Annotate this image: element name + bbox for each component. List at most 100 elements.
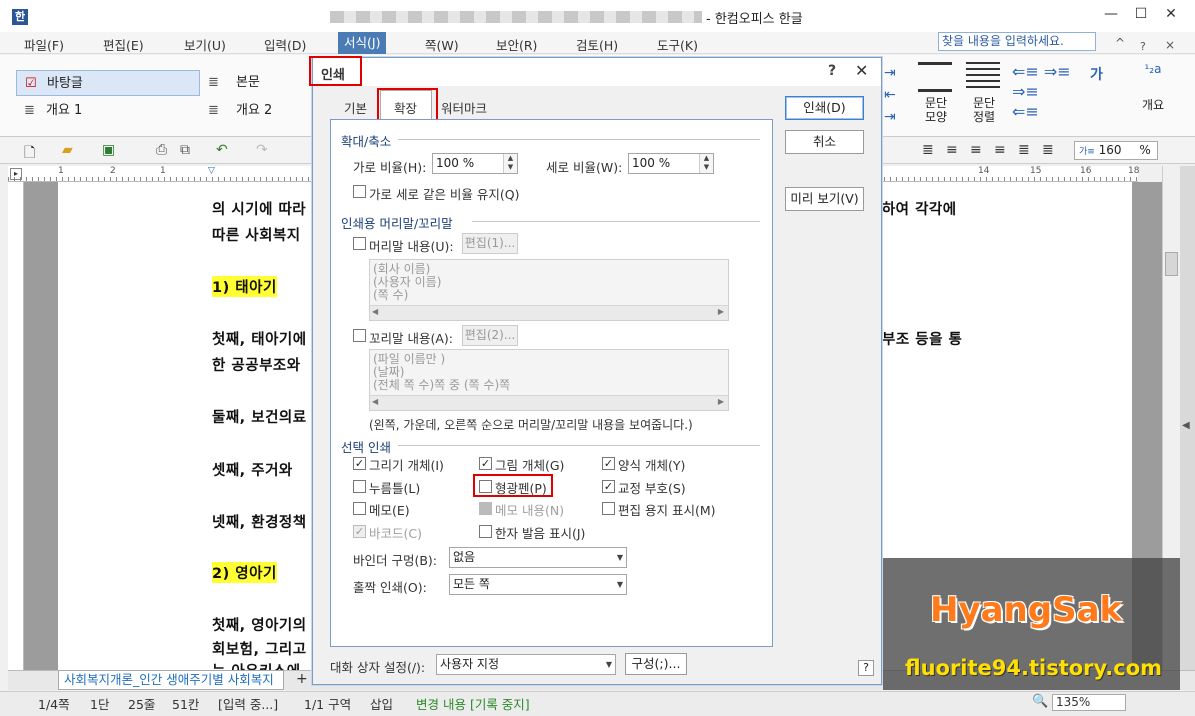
status-track-changes[interactable]: 변경 내용 [기록 중지] (416, 694, 530, 713)
style-item-본문[interactable]: ≣ 본문 (206, 70, 316, 96)
vertical-ruler[interactable] (8, 182, 24, 670)
style-item-개요1[interactable]: ≣ 개요 1 (16, 98, 200, 124)
menu-tools[interactable]: 도구(K) (657, 35, 698, 54)
new-document-icon[interactable]: 🗋 (24, 142, 35, 166)
header-preview-scrollbar[interactable]: ◀ ▶ (370, 305, 728, 320)
footer-content-label[interactable]: 꼬리말 내용(A): (369, 328, 453, 347)
add-tab-button[interactable]: + (296, 671, 308, 687)
align-right-icon[interactable]: ≡ (994, 142, 1006, 158)
align-center-icon[interactable]: ≡ (970, 142, 982, 158)
footer-help-icon[interactable]: ? (858, 660, 874, 676)
memo-label[interactable]: 메모(E) (369, 500, 410, 519)
keep-ratio-label[interactable]: 가로 세로 같은 비율 유지(Q) (369, 184, 520, 203)
paper-border-label[interactable]: 편집 용지 표시(M) (618, 500, 716, 519)
form-object-label[interactable]: 양식 개체(Y) (618, 455, 685, 474)
align-divide-icon[interactable]: ≣ (1042, 142, 1054, 158)
print-preview-icon[interactable]: ⧉ (180, 142, 190, 158)
dialog-help-icon[interactable]: ? (828, 63, 836, 79)
print-button[interactable]: 인쇄(D) (785, 96, 864, 120)
barcode-checkbox[interactable]: ✓ (353, 525, 366, 538)
scroll-right-icon[interactable]: ▶ (718, 397, 724, 406)
menu-review[interactable]: 검토(H) (576, 35, 618, 54)
print-icon[interactable]: ⎙ (156, 142, 167, 158)
paragraph-align-icon[interactable] (966, 62, 1000, 92)
dialog-title-bar[interactable] (313, 58, 881, 86)
line-spacing-icons[interactable]: ⇐≡ ⇒≡ ⇒≡ ⇐≡ (1012, 62, 1086, 128)
align-justify-icon[interactable]: ≣ (922, 142, 934, 158)
menu-file[interactable]: 파일(F) (24, 35, 64, 54)
save-icon[interactable]: ▣ (102, 142, 115, 158)
preview-button[interactable]: 미리 보기(V) (785, 187, 864, 211)
style-item-바탕글[interactable]: ☑ 바탕글 (16, 70, 200, 96)
footer-edit-button[interactable]: 편집(2)... (462, 325, 518, 346)
maximize-button[interactable]: ☐ (1126, 6, 1156, 26)
menu-security[interactable]: 보안(R) (496, 35, 537, 54)
footer-content-checkbox[interactable] (353, 329, 366, 342)
scroll-left-icon[interactable]: ◀ (372, 397, 378, 406)
menu-search-input[interactable]: 찾을 내용을 입력하세요. (938, 32, 1096, 51)
paper-border-checkbox[interactable] (602, 502, 615, 515)
proof-mark-checkbox[interactable]: ✓ (602, 480, 615, 493)
outline-label[interactable]: 개요 (1136, 96, 1170, 113)
spinner-updown-icon[interactable]: ▲ ▼ (503, 154, 517, 173)
zoom-icon[interactable]: 🔍 (1032, 694, 1048, 709)
menu-view[interactable]: 보기(U) (184, 35, 226, 54)
undo-icon[interactable]: ↶ (216, 142, 228, 158)
h-ratio-spinner[interactable]: 100 % ▲ ▼ (432, 153, 518, 174)
indent-marker-icon[interactable]: ▽ (208, 166, 215, 176)
field-checkbox[interactable] (353, 480, 366, 493)
align-left-icon[interactable]: ≡ (946, 142, 958, 158)
indent-icons[interactable]: ⇥ ⇤ ⇥ (884, 62, 904, 128)
memo-checkbox[interactable] (353, 502, 366, 515)
ribbon-collapse-icon[interactable]: ^ (1115, 36, 1125, 50)
scrollbar-thumb[interactable] (1165, 252, 1178, 276)
footer-preview-scrollbar[interactable]: ◀ ▶ (370, 395, 728, 410)
close-button[interactable]: ✕ (1156, 6, 1186, 26)
header-content-checkbox[interactable] (353, 237, 366, 250)
picture-object-checkbox[interactable]: ✓ (479, 457, 492, 470)
tab-type-icon[interactable]: ▸ (10, 168, 22, 180)
redo-icon[interactable]: ↷ (256, 142, 268, 158)
odd-even-select[interactable]: 모든 쪽 ▼ (449, 574, 627, 595)
open-folder-icon[interactable]: ▰ (62, 142, 73, 158)
dialog-settings-select[interactable]: 사용자 지정 ▼ (436, 654, 616, 675)
paragraph-shape-icon[interactable] (918, 62, 952, 92)
memo-content-checkbox[interactable] (479, 502, 492, 515)
cancel-button[interactable]: 취소 (785, 130, 864, 154)
v-ratio-spinner[interactable]: 100 % ▲ ▼ (628, 153, 714, 174)
config-button[interactable]: 구성(;)... (625, 653, 687, 675)
draw-object-label[interactable]: 그리기 개체(I) (369, 455, 444, 474)
menu-page[interactable]: 쪽(W) (425, 35, 459, 54)
keep-ratio-checkbox[interactable] (353, 185, 366, 198)
document-tab[interactable]: 사회복지개론_인간 생애주기별 사회복지 (58, 670, 284, 690)
minimize-button[interactable]: — (1096, 6, 1126, 26)
header-edit-button[interactable]: 편집(1)... (462, 233, 518, 254)
hwp-app-icon[interactable]: 한 (12, 9, 28, 25)
side-panel-arrow-icon[interactable]: ◀ (1182, 420, 1190, 431)
outline-icon[interactable]: ¹₂a (1136, 62, 1170, 92)
hanja-pronunciation-label[interactable]: 한자 발음 표시(J) (495, 523, 585, 542)
tab-watermark[interactable]: 워터마크 (441, 98, 487, 117)
menu-insert[interactable]: 입력(D) (264, 35, 306, 54)
proof-mark-label[interactable]: 교정 부호(S) (618, 478, 686, 497)
menu-edit[interactable]: 편집(E) (103, 35, 144, 54)
line-spacing-input[interactable]: 가≡ 160 % (1074, 141, 1158, 160)
header-content-label[interactable]: 머리말 내용(U): (369, 236, 454, 255)
spinner-updown-icon[interactable]: ▲ ▼ (699, 154, 713, 173)
menu-format[interactable]: 서식(J) (338, 32, 387, 54)
char-spacing-icon[interactable]: 가 (1090, 64, 1103, 84)
scroll-left-icon[interactable]: ◀ (372, 307, 378, 316)
hanja-pronunciation-checkbox[interactable] (479, 525, 492, 538)
tab-basic[interactable]: 기본 (344, 98, 367, 117)
zoom-select[interactable]: 135% (1052, 694, 1126, 711)
picture-object-label[interactable]: 그림 개체(G) (495, 455, 564, 474)
scroll-right-icon[interactable]: ▶ (718, 307, 724, 316)
help-icon[interactable]: ? (1140, 40, 1146, 53)
dialog-close-icon[interactable]: ✕ (855, 61, 868, 80)
paragraph-align-label[interactable]: 문단 정렬 (964, 96, 1004, 124)
paragraph-shape-label[interactable]: 문단 모양 (916, 96, 956, 124)
status-insert-mode[interactable]: 삽입 (370, 694, 393, 713)
binder-select[interactable]: 없음 ▼ (449, 547, 627, 568)
close-doc-icon[interactable]: × (1165, 38, 1175, 52)
style-item-개요2[interactable]: ≣ 개요 2 (206, 98, 316, 124)
